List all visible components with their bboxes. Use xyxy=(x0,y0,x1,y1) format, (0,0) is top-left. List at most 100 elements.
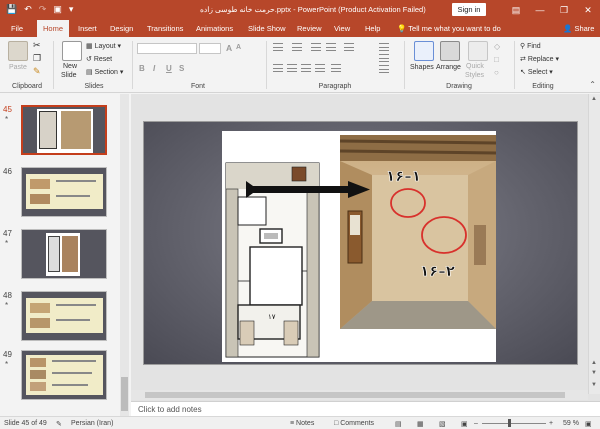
decrease-indent-icon[interactable] xyxy=(311,43,321,51)
animation-star-icon: * xyxy=(5,239,9,248)
text-direction-icon[interactable] xyxy=(379,43,389,51)
align-right-icon[interactable] xyxy=(301,64,311,72)
smartart-icon[interactable] xyxy=(379,65,389,73)
scroll-up-icon[interactable]: ▲ xyxy=(591,96,597,102)
tab-home[interactable]: Home xyxy=(37,20,70,37)
normal-view-icon[interactable]: ▤ xyxy=(395,420,402,428)
zoom-out-icon[interactable]: – xyxy=(474,420,478,427)
notes-pane[interactable]: Click to add notes xyxy=(131,401,600,416)
replace-button[interactable]: ⇄ Replace ▾ xyxy=(520,55,559,63)
cut-icon[interactable]: ✂ xyxy=(33,40,41,51)
align-center-icon[interactable] xyxy=(287,64,297,72)
reset-button[interactable]: ↺ Reset xyxy=(86,55,112,63)
italic-button[interactable]: I xyxy=(153,64,155,73)
maximize-icon[interactable]: ❐ xyxy=(552,0,576,20)
thumbnail-slide-48[interactable] xyxy=(21,291,107,341)
zoom-level[interactable]: 59 % xyxy=(563,420,579,427)
tab-transitions[interactable]: Transitions xyxy=(147,24,183,33)
shape-effects-icon[interactable]: ○ xyxy=(494,68,499,77)
close-icon[interactable]: ✕ xyxy=(576,0,600,20)
save-icon[interactable]: 💾 xyxy=(6,3,17,16)
slide-scrollbar[interactable]: ▲ ▲ ▼ ▼ xyxy=(588,94,600,394)
tab-view[interactable]: View xyxy=(334,24,350,33)
tab-slide-show[interactable]: Slide Show xyxy=(248,24,286,33)
quick-styles-icon[interactable] xyxy=(468,41,488,61)
shape-outline-icon[interactable]: □ xyxy=(494,55,499,64)
thumbnail-slide-47[interactable] xyxy=(21,229,107,279)
start-presentation-icon[interactable]: ▣ xyxy=(53,3,62,16)
fit-slide-icon[interactable]: ▣ xyxy=(585,420,592,428)
paste-icon[interactable] xyxy=(8,41,28,61)
underline-button[interactable]: U xyxy=(166,64,172,73)
new-slide-label-1[interactable]: New xyxy=(63,63,77,70)
thumbnail-slide-49[interactable] xyxy=(21,350,107,400)
quick-styles-label-1[interactable]: Quick xyxy=(466,63,484,70)
notes-toggle-button[interactable]: ≡ Notes xyxy=(290,420,314,427)
paste-button[interactable]: Paste xyxy=(9,64,27,71)
notes-placeholder[interactable]: Click to add notes xyxy=(138,405,202,414)
thumbnail-slide-45[interactable] xyxy=(21,105,107,155)
current-slide[interactable]: ۱۷ ۱۶–۱ ۱۶–۲ xyxy=(143,121,578,365)
numbering-icon[interactable] xyxy=(292,43,302,51)
share-button[interactable]: 👤 Share xyxy=(563,24,594,33)
find-button[interactable]: ⚲ Find xyxy=(520,42,541,50)
tab-review[interactable]: Review xyxy=(297,24,322,33)
select-button[interactable]: ↖ Select ▾ xyxy=(520,68,553,76)
line-spacing-icon[interactable] xyxy=(344,43,354,51)
arrange-icon[interactable] xyxy=(440,41,460,61)
slide-sorter-icon[interactable]: ▦ xyxy=(417,420,424,428)
increase-indent-icon[interactable] xyxy=(326,43,336,51)
redo-icon[interactable]: ↷ xyxy=(39,3,47,16)
tab-file[interactable]: File xyxy=(11,24,23,33)
scroll-down-icon[interactable]: ▼ xyxy=(591,382,597,388)
arrange-button[interactable]: Arrange xyxy=(436,64,461,71)
thumbnail-slide-46[interactable] xyxy=(21,167,107,217)
next-slide-icon[interactable]: ▼ xyxy=(591,370,597,376)
font-size-combo[interactable] xyxy=(199,43,221,54)
horizontal-scroll-thumb[interactable] xyxy=(145,392,565,398)
layout-button[interactable]: ▦ Layout ▾ xyxy=(86,42,121,50)
format-painter-icon[interactable]: ✎ xyxy=(33,66,41,77)
align-text-icon[interactable] xyxy=(379,54,389,62)
zoom-slider[interactable] xyxy=(482,423,546,424)
columns-icon[interactable] xyxy=(331,64,341,72)
grow-font-button[interactable]: A xyxy=(226,43,232,53)
shapes-icon[interactable] xyxy=(414,41,434,61)
minimize-icon[interactable]: — xyxy=(528,0,552,20)
bold-button[interactable]: B xyxy=(139,64,145,73)
copy-icon[interactable]: ❐ xyxy=(33,53,41,64)
comments-button[interactable]: □ Comments xyxy=(334,420,374,427)
font-name-combo[interactable] xyxy=(137,43,197,54)
text-shadow-button[interactable]: S xyxy=(179,64,184,73)
reading-view-icon[interactable]: ▧ xyxy=(439,420,446,428)
section-button[interactable]: ▤ Section ▾ xyxy=(86,68,123,76)
spelling-icon[interactable]: ✎ xyxy=(56,420,62,428)
sign-in-button[interactable]: Sign in xyxy=(452,3,486,16)
quick-styles-label-2[interactable]: Styles xyxy=(465,72,484,79)
thumbnail-scrollbar[interactable] xyxy=(120,94,129,416)
zoom-slider-handle[interactable] xyxy=(508,419,511,427)
shape-fill-icon[interactable]: ◇ xyxy=(494,42,500,51)
tell-me-search[interactable]: 💡 Tell me what you want to do xyxy=(397,24,501,33)
align-left-icon[interactable] xyxy=(273,64,283,72)
shrink-font-button[interactable]: A xyxy=(236,44,241,51)
tab-animations[interactable]: Animations xyxy=(196,24,233,33)
customize-icon[interactable]: ▾ xyxy=(69,3,74,16)
thumbnail-scroll-thumb[interactable] xyxy=(121,377,128,411)
zoom-in-icon[interactable]: + xyxy=(549,420,553,427)
collapse-ribbon-icon[interactable]: ⌃ xyxy=(589,80,596,89)
tab-insert[interactable]: Insert xyxy=(78,24,97,33)
justify-icon[interactable] xyxy=(315,64,325,72)
horizontal-scrollbar[interactable] xyxy=(131,390,588,400)
ribbon-display-icon[interactable]: ▤ xyxy=(504,0,528,20)
language-indicator[interactable]: Persian (Iran) xyxy=(71,420,113,427)
shapes-button[interactable]: Shapes xyxy=(410,64,434,71)
undo-icon[interactable]: ↶ xyxy=(24,3,32,16)
tab-design[interactable]: Design xyxy=(110,24,133,33)
new-slide-icon[interactable] xyxy=(62,41,82,61)
slide-show-icon[interactable]: ▣ xyxy=(461,420,468,428)
new-slide-label-2[interactable]: Slide xyxy=(61,72,77,79)
bullets-icon[interactable] xyxy=(273,43,283,51)
tab-help[interactable]: Help xyxy=(365,24,380,33)
previous-slide-icon[interactable]: ▲ xyxy=(591,360,597,366)
